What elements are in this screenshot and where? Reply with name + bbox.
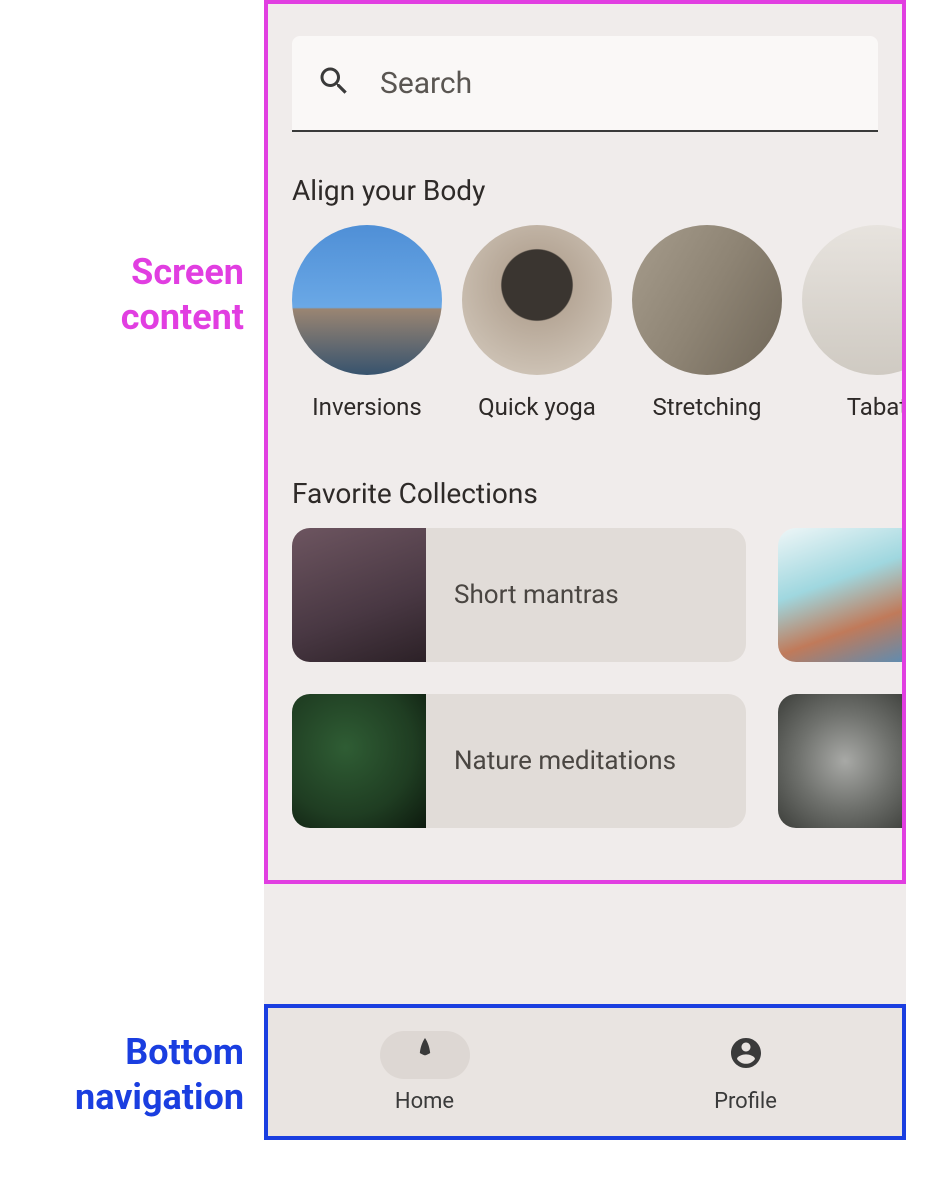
- spa-icon: [407, 1035, 443, 1075]
- align-thumb-tabata: [802, 225, 906, 375]
- search-container: Search: [292, 36, 878, 132]
- search-input[interactable]: Search: [292, 36, 878, 132]
- nav-label-home: Home: [395, 1089, 454, 1114]
- search-icon: [316, 63, 352, 103]
- collection-label: Nature meditations: [426, 746, 676, 776]
- app-screen: Search Align your Body Inversions Quick …: [264, 0, 906, 1140]
- section-title-align: Align your Body: [292, 174, 906, 207]
- align-label: Inversions: [312, 393, 422, 421]
- collection-thumb: [292, 694, 426, 828]
- annotation-screen-content: Screen content: [121, 250, 244, 340]
- align-label: Quick yoga: [478, 393, 596, 421]
- account-circle-icon: [728, 1035, 764, 1075]
- collection-thumb: [292, 528, 426, 662]
- align-item-inversions[interactable]: Inversions: [292, 225, 442, 421]
- collection-card-peek[interactable]: [778, 528, 906, 662]
- collection-row[interactable]: Short mantras: [292, 528, 906, 662]
- search-placeholder: Search: [380, 66, 472, 101]
- annotation-bottom-navigation: Bottom navigation: [75, 1030, 244, 1120]
- align-thumb-inversions: [292, 225, 442, 375]
- align-thumb-stretching: [632, 225, 782, 375]
- nav-item-profile[interactable]: Profile: [585, 1004, 906, 1140]
- collection-card-short-mantras[interactable]: Short mantras: [292, 528, 746, 662]
- align-label: Tabat: [847, 393, 906, 421]
- align-item-stretching[interactable]: Stretching: [632, 225, 782, 421]
- nav-item-home[interactable]: Home: [264, 1004, 585, 1140]
- align-body-row[interactable]: Inversions Quick yoga Stretching Tabat: [264, 225, 906, 421]
- align-thumb-quick-yoga: [462, 225, 612, 375]
- collection-row[interactable]: Nature meditations: [292, 694, 906, 828]
- favorite-collections: Short mantras Nature meditations: [264, 528, 906, 828]
- section-title-favorites: Favorite Collections: [292, 477, 906, 510]
- collection-card-nature-meditations[interactable]: Nature meditations: [292, 694, 746, 828]
- bottom-navigation: Home Profile: [264, 1004, 906, 1140]
- align-item-tabata[interactable]: Tabat: [802, 225, 906, 421]
- collection-label: Short mantras: [426, 580, 619, 610]
- align-label: Stretching: [653, 393, 762, 421]
- nav-label-profile: Profile: [714, 1089, 777, 1114]
- align-item-quick-yoga[interactable]: Quick yoga: [462, 225, 612, 421]
- collection-card-peek[interactable]: [778, 694, 906, 828]
